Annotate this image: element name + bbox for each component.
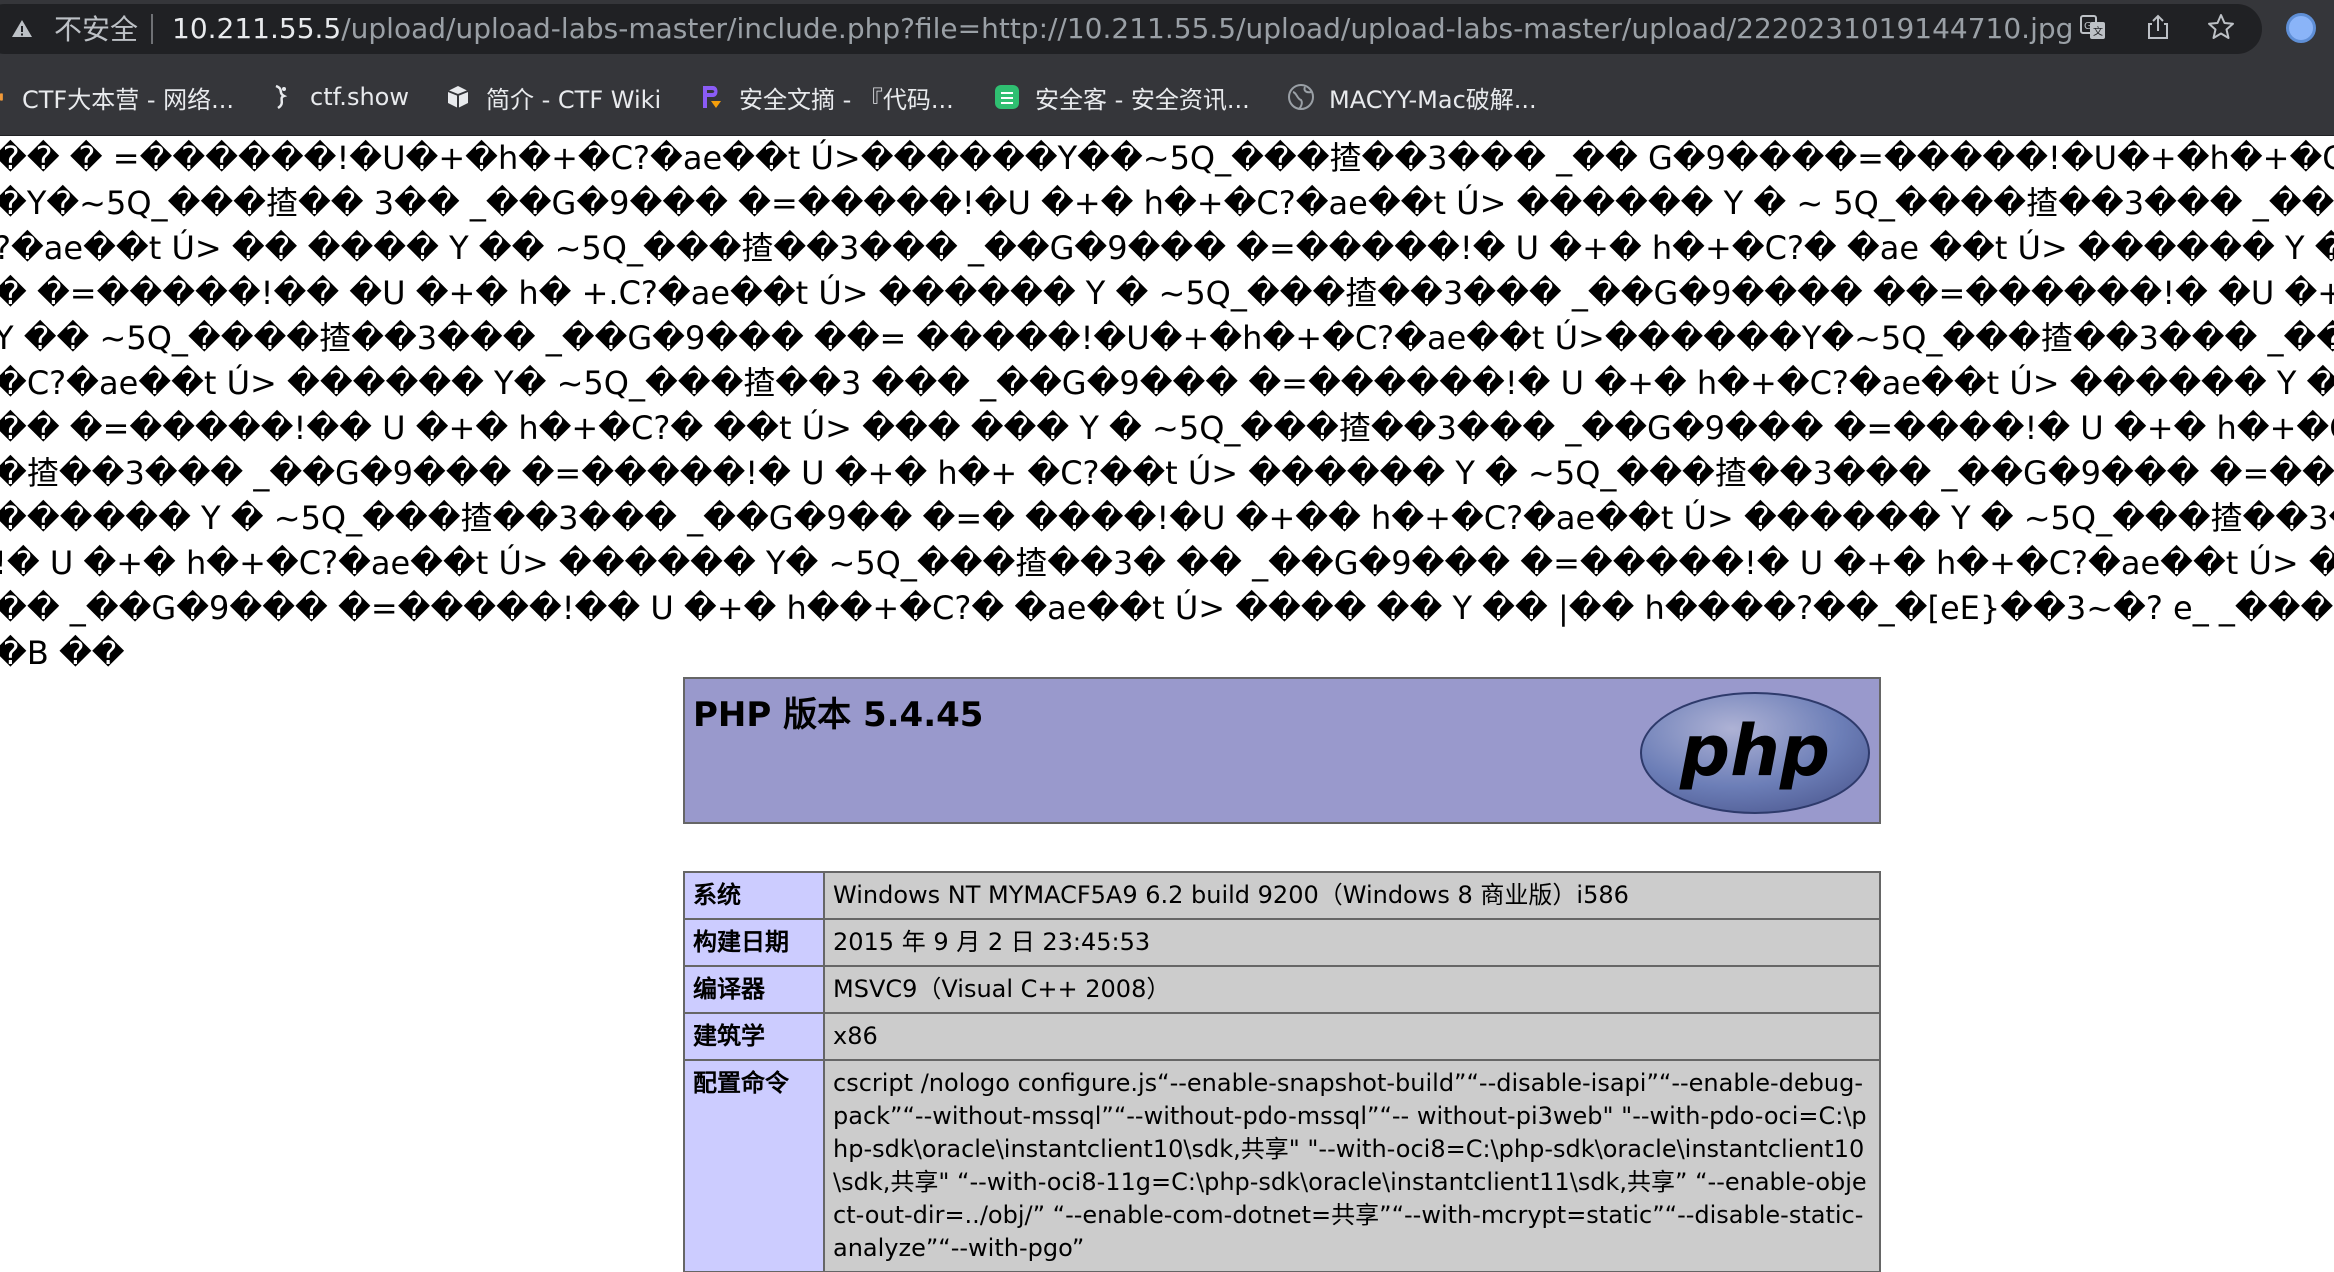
svg-text:文: 文 xyxy=(2093,25,2103,38)
anquanke-favicon xyxy=(995,85,1019,109)
browser-toolbar: 不安全 10.211.55.5/upload/upload-labs-maste… xyxy=(0,0,2334,57)
url-path: /upload/upload-labs-master/include.php?f… xyxy=(341,12,2074,45)
omnibox[interactable]: 不安全 10.211.55.5/upload/upload-labs-maste… xyxy=(0,4,2262,54)
globe-favicon xyxy=(1288,84,1314,110)
binary-line: � �=�����!�� �U �+� h� +.C?�ae��t Ú> ���… xyxy=(0,274,2334,312)
ctfshow-favicon xyxy=(275,84,288,110)
table-row: 建筑学 x86 xyxy=(683,1012,1881,1061)
page-content: �� � =������!�U�+�h�+�C?�ae��t Ú>������Y… xyxy=(0,136,2334,1272)
bookmark-label: CTF大本营 - 网络... xyxy=(22,85,235,114)
ctfwiki-favicon xyxy=(447,86,469,108)
bookmark-anquanke[interactable]: 安全客 - 安全资讯... xyxy=(993,79,1250,115)
row-value: 2015 年 9 月 2 日 23:45:53 xyxy=(823,918,1881,967)
svg-text:G: G xyxy=(2084,21,2092,32)
bookmarks-bar: CTF大本营 - 网络... ctf.show 简介 - CTF Wiki 安全… xyxy=(0,57,2334,136)
row-key: 构建日期 xyxy=(683,918,825,967)
bookmark-ctfshow[interactable]: ctf.show xyxy=(268,79,409,115)
profile-avatar[interactable] xyxy=(2286,13,2316,43)
binary-line: �Y�~5Q_���揸�� 3�� _��G�9��� �=�����!�U �… xyxy=(0,184,2334,222)
table-row: 构建日期 2015 年 9 月 2 日 23:45:53 xyxy=(683,918,1881,967)
binary-line: �B �� xyxy=(0,634,125,672)
table-row: 系统 Windows NT MYMACF5A9 6.2 build 9200（W… xyxy=(683,871,1881,920)
row-value: MSVC9（Visual C++ 2008） xyxy=(823,965,1881,1014)
bookmark-label: 安全文摘 - 『代码... xyxy=(739,85,954,114)
php-logo[interactable]: php xyxy=(1637,689,1873,817)
binary-line: �揸��3��� _��G�9��� �=�����!� U �+� h�+ �… xyxy=(0,454,2334,492)
binary-line: ������ Y � ~5Q_���揸��3��� _��G�9�� �=� �… xyxy=(0,499,2334,537)
table-row: 配置命令 cscript /nologo configure.js“--enab… xyxy=(683,1059,1881,1272)
binary-line: Y �� ~5Q_����揸��3��� _��G�9��� ��= �����… xyxy=(0,319,2334,357)
row-value: x86 xyxy=(823,1012,1881,1061)
row-key: 配置命令 xyxy=(683,1059,825,1272)
share-icon[interactable] xyxy=(2143,12,2173,42)
warning-icon[interactable] xyxy=(10,17,34,41)
row-value: Windows NT MYMACF5A9 6.2 build 9200（Wind… xyxy=(823,871,1881,920)
phpinfo-table: 系统 Windows NT MYMACF5A9 6.2 build 9200（W… xyxy=(683,871,1881,1272)
svg-text:php: php xyxy=(1679,710,1830,792)
bookmark-label: ctf.show xyxy=(310,83,409,111)
bookmark-label: MACYY-Mac破解... xyxy=(1329,85,1537,114)
translate-icon[interactable]: G 文 xyxy=(2078,12,2108,42)
bookmark-ctf-dabenying[interactable]: CTF大本营 - 网络... xyxy=(0,79,234,115)
table-row: 编译器 MSVC9（Visual C++ 2008） xyxy=(683,965,1881,1014)
ctf-favicon xyxy=(0,93,3,101)
binary-output: �� � =������!�U�+�h�+�C?�ae��t Ú>������Y… xyxy=(0,136,2334,676)
p-favicon xyxy=(703,86,721,108)
security-label[interactable]: 不安全 xyxy=(54,14,138,46)
bookmark-macyy[interactable]: MACYY-Mac破解... xyxy=(1287,79,1537,115)
binary-line: �� _��G�9��� �=�����!�� U �+� h��+�C?� �… xyxy=(0,589,2334,627)
phpinfo-header: PHP 版本 5.4.45 php xyxy=(683,677,1881,824)
bookmark-label: 安全客 - 安全资讯... xyxy=(1035,85,1250,114)
bookmark-ctf-wiki[interactable]: 简介 - CTF Wiki xyxy=(444,79,661,115)
binary-line: ?�ae��t Ú> �� ���� Y �� ~5Q_���揸��3��� _… xyxy=(0,229,2334,267)
omnibox-divider xyxy=(151,14,153,44)
php-version-title: PHP 版本 5.4.45 xyxy=(693,695,984,735)
url-host: 10.211.55.5 xyxy=(172,12,342,45)
row-key: 建筑学 xyxy=(683,1012,825,1061)
bookmark-star-icon[interactable] xyxy=(2206,12,2236,42)
url-text[interactable]: 10.211.55.5/upload/upload-labs-master/in… xyxy=(172,13,2073,45)
binary-line: �� � =������!�U�+�h�+�C?�ae��t Ú>������Y… xyxy=(0,139,2334,177)
row-value: cscript /nologo configure.js“--enable-sn… xyxy=(823,1059,1881,1272)
binary-line: �� �=�����!�� U �+� h�+�C?� ��t Ú> ��� �… xyxy=(0,409,2334,447)
row-key: 系统 xyxy=(683,871,825,920)
binary-line: !� U �+� h�+�C?�ae��t Ú> ������ Y� ~5Q_�… xyxy=(0,544,2334,582)
bookmark-label: 简介 - CTF Wiki xyxy=(486,85,662,114)
bookmark-anquan-wenzhai[interactable]: 安全文摘 - 『代码... xyxy=(697,79,954,115)
binary-line: �C?�ae��t Ú> ������ Y� ~5Q_���揸��3 ��� _… xyxy=(0,364,2334,402)
row-key: 编译器 xyxy=(683,965,825,1014)
